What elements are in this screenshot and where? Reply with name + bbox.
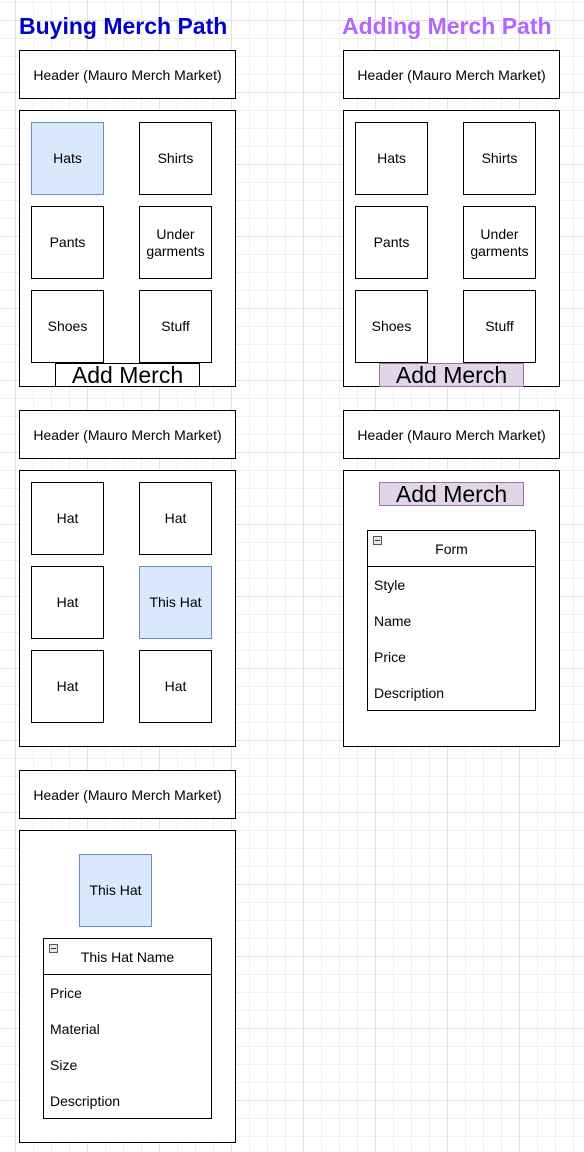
tile-label: Shirts	[481, 150, 518, 166]
product-detail-form: This Hat Name Price Material Size Descri…	[43, 938, 212, 1119]
tile-label: Shoes	[47, 318, 88, 334]
tile-label: Hat	[164, 678, 187, 694]
field-size: Size	[50, 1057, 78, 1073]
tile-label: This Hat	[149, 594, 202, 610]
tile-label: Hat	[56, 678, 79, 694]
field-description: Description	[50, 1093, 121, 1109]
adding-path-title: Adding Merch Path	[342, 13, 552, 39]
hat-tile[interactable]: Hat	[139, 482, 212, 555]
adding-form-header: Header (Mauro Merch Market)	[343, 410, 560, 459]
field-price: Price	[50, 985, 82, 1001]
category-tile-shirts[interactable]: Shirts	[139, 122, 212, 195]
product-image-label: This Hat	[89, 882, 142, 898]
tile-label: Under garments	[146, 225, 205, 259]
add-merch-label: Add Merch	[395, 362, 508, 388]
header-label: Header (Mauro Merch Market)	[33, 426, 222, 443]
category-tile-undergarments[interactable]: Under garments	[463, 206, 536, 279]
collapse-icon[interactable]	[49, 944, 58, 953]
category-tile-hats[interactable]: Hats	[31, 122, 104, 195]
header-label: Header (Mauro Merch Market)	[33, 786, 222, 803]
tile-label: Hat	[56, 594, 79, 610]
category-tile-hats[interactable]: Hats	[355, 122, 428, 195]
tile-label: Hats	[53, 150, 82, 166]
hat-tile[interactable]: Hat	[31, 482, 104, 555]
field-material: Material	[50, 1021, 100, 1037]
tile-label: Pants	[49, 234, 86, 250]
add-merch-label: Add Merch	[71, 362, 184, 388]
category-tile-undergarments[interactable]: Under garments	[139, 206, 212, 279]
category-tile-pants[interactable]: Pants	[355, 206, 428, 279]
tile-label: Shoes	[371, 318, 412, 334]
tile-label: Hat	[56, 510, 79, 526]
field-price[interactable]: Price	[374, 649, 406, 666]
category-tile-stuff[interactable]: Stuff	[463, 290, 536, 363]
field-description[interactable]: Description	[374, 685, 444, 702]
buying-path-title: Buying Merch Path	[19, 13, 228, 39]
form-title: Form	[435, 540, 468, 557]
category-tile-stuff[interactable]: Stuff	[139, 290, 212, 363]
add-merch-label: Add Merch	[395, 481, 508, 507]
add-merch-heading: Add Merch	[379, 482, 524, 506]
product-name: This Hat Name	[80, 948, 175, 965]
collapse-icon[interactable]	[373, 536, 382, 545]
header-label: Header (Mauro Merch Market)	[357, 426, 546, 443]
field-style[interactable]: Style	[374, 577, 405, 594]
buying-list-header: Header (Mauro Merch Market)	[19, 410, 236, 459]
tile-label: Under garments	[470, 225, 529, 259]
add-merch-form-header: Form	[368, 531, 535, 567]
header-label: Header (Mauro Merch Market)	[357, 66, 546, 83]
buying-home-header: Header (Mauro Merch Market)	[19, 50, 236, 99]
category-tile-shirts[interactable]: Shirts	[463, 122, 536, 195]
tile-label: Pants	[373, 234, 410, 250]
add-merch-button[interactable]: Add Merch	[55, 363, 200, 387]
product-image: This Hat	[79, 854, 152, 927]
field-name[interactable]: Name	[374, 613, 411, 630]
tile-label: Stuff	[161, 318, 190, 334]
hat-tile[interactable]: Hat	[139, 650, 212, 723]
buying-detail-header: Header (Mauro Merch Market)	[19, 770, 236, 819]
category-tile-shoes[interactable]: Shoes	[355, 290, 428, 363]
category-tile-shoes[interactable]: Shoes	[31, 290, 104, 363]
tile-label: Hat	[164, 510, 187, 526]
add-merch-form: Form Style Name Price Description	[367, 530, 536, 711]
tile-label: Stuff	[485, 318, 514, 334]
product-detail-form-header: This Hat Name	[44, 939, 211, 975]
tile-label: Shirts	[157, 150, 194, 166]
hat-tile-selected[interactable]: This Hat	[139, 566, 212, 639]
tile-label: Hats	[377, 150, 406, 166]
header-label: Header (Mauro Merch Market)	[33, 66, 222, 83]
hat-tile[interactable]: Hat	[31, 566, 104, 639]
add-merch-button-highlighted[interactable]: Add Merch	[379, 363, 524, 387]
category-tile-pants[interactable]: Pants	[31, 206, 104, 279]
hat-tile[interactable]: Hat	[31, 650, 104, 723]
adding-home-header: Header (Mauro Merch Market)	[343, 50, 560, 99]
